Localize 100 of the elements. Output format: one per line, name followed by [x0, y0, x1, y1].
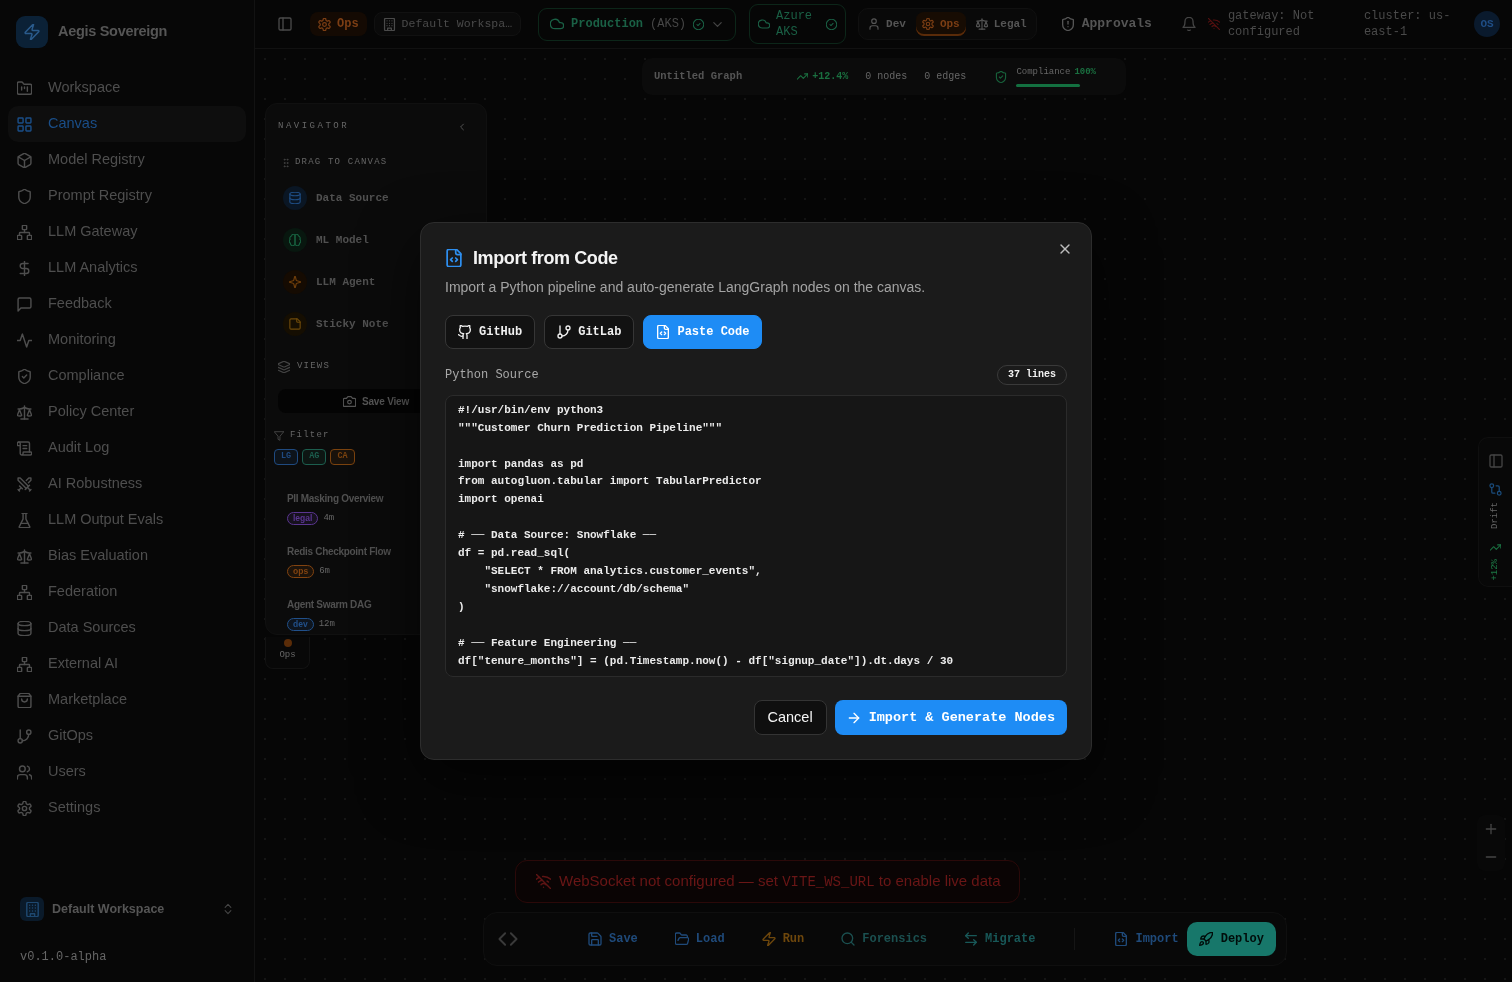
- wifi-off-icon: [1207, 18, 1220, 30]
- view-tag: ops: [287, 564, 315, 578]
- folder-icon: [17, 80, 32, 96]
- compare-icon[interactable]: [1489, 483, 1502, 496]
- panel-icon[interactable]: [278, 17, 292, 31]
- nav-item[interactable]: Marketplace: [8, 682, 246, 718]
- nav-item[interactable]: Settings: [8, 790, 246, 826]
- compliance-label: Compliance: [1016, 66, 1071, 80]
- source-tab[interactable]: GitHub: [445, 314, 536, 349]
- nav-item[interactable]: LLM Gateway: [8, 214, 246, 250]
- environment-select[interactable]: Production (AKS): [538, 7, 737, 41]
- workspace-chip[interactable]: Default Workspa…: [373, 12, 522, 36]
- palette-item[interactable]: LLM Agent: [278, 261, 386, 303]
- nav-item[interactable]: GitOps: [8, 718, 246, 754]
- persona-tab[interactable]: Dev: [862, 12, 912, 36]
- nav-item[interactable]: Model Registry: [8, 142, 246, 178]
- source-tab[interactable]: GitLab: [544, 314, 635, 349]
- brain-icon: [283, 228, 307, 252]
- dialog-subtitle: Import a Python pipeline and auto-generate LangGraph nodes on the canvas.: [445, 277, 927, 297]
- user-icon: [868, 18, 881, 30]
- cloud-icon: [758, 18, 771, 30]
- filter-tag[interactable]: LG: [274, 448, 299, 465]
- folder-icon: [674, 932, 689, 946]
- view-name[interactable]: Redis Checkpoint Flow: [287, 544, 391, 559]
- approvals-button[interactable]: Approvals: [1060, 14, 1152, 34]
- source-tab[interactable]: Paste Code: [643, 314, 763, 349]
- version-label: v0.1.0-alpha: [20, 949, 108, 966]
- nav-item[interactable]: Audit Log: [8, 430, 246, 466]
- chevron-left-icon[interactable]: [457, 121, 467, 132]
- trend-up-icon: [797, 71, 809, 82]
- nav-item[interactable]: Canvas: [8, 106, 246, 142]
- cube-icon: [17, 152, 32, 168]
- branch-icon: [557, 324, 572, 339]
- zoom-in-icon[interactable]: [1484, 822, 1498, 836]
- toolbar-button[interactable]: Load: [666, 923, 733, 955]
- nav-item[interactable]: Monitoring: [8, 322, 246, 358]
- deploy-button[interactable]: Deploy: [1186, 922, 1276, 956]
- view-age: 12m: [318, 617, 335, 631]
- scale-icon: [17, 404, 32, 420]
- drift-label: Drift: [1490, 502, 1501, 529]
- code-field[interactable]: #!/usr/bin/env python3 """Customer Churn Prediction Pipeline""" import pandas as pd from autogluon.tabular import TabularPredictor import openai # ── Data Source: Snowflake ── df = pd.read_sql( "SELECT * FROM analytics.customer_events", "snowflake://account/db/schema" ) # ── Feature Engineering ── df["tenure_months"] = (pd.Timestamp.now() - df["signup_date"]).dt.days / 30: [445, 394, 1067, 678]
- palette-item[interactable]: Data Source: [278, 177, 399, 219]
- chevron-up-down-icon[interactable]: [222, 903, 234, 915]
- view-tag: legal: [287, 511, 319, 525]
- node-count: 0 nodes: [865, 70, 908, 84]
- generate-button[interactable]: Import & Generate Nodes: [834, 700, 1067, 736]
- role-button[interactable]: Ops: [310, 12, 367, 36]
- nav-item[interactable]: Policy Center: [8, 394, 246, 430]
- compliance-value: 100%: [1074, 66, 1096, 80]
- avatar[interactable]: OS: [1474, 11, 1500, 37]
- trend-up-icon: [1490, 542, 1501, 553]
- nav-item[interactable]: LLM Analytics: [8, 250, 246, 286]
- persona-tab[interactable]: Ops: [915, 12, 966, 36]
- view-age: 4m: [323, 511, 335, 525]
- settings-icon: [17, 800, 32, 816]
- nav-item[interactable]: Bias Evaluation: [8, 538, 246, 574]
- nav-item[interactable]: Prompt Registry: [8, 178, 246, 214]
- nav-item[interactable]: External AI: [8, 646, 246, 682]
- arrow-right-icon: [846, 710, 861, 725]
- cloud-chip[interactable]: Azure AKS: [749, 4, 847, 44]
- cancel-button[interactable]: Cancel: [753, 700, 827, 736]
- view-name[interactable]: PII Masking Overview: [287, 491, 384, 506]
- file-code-icon: [1114, 932, 1129, 946]
- toolbar-button[interactable]: Migrate: [956, 923, 1044, 955]
- toolbar-button[interactable]: Forensics: [833, 923, 936, 955]
- scale-icon: [17, 548, 32, 564]
- panel-icon[interactable]: [1488, 454, 1503, 468]
- github-icon: [458, 324, 472, 339]
- filter-tag[interactable]: AG: [302, 448, 327, 465]
- scroll-icon: [17, 440, 32, 456]
- workspace-switcher[interactable]: Default Workspace: [20, 894, 234, 924]
- nav-item[interactable]: Users: [8, 754, 246, 790]
- nav-item[interactable]: Federation: [8, 574, 246, 610]
- palette-item[interactable]: ML Model: [278, 219, 379, 261]
- nav-item[interactable]: LLM Output Evals: [8, 502, 246, 538]
- toolbar-button[interactable]: Save: [580, 923, 646, 955]
- shield-check-icon: [17, 368, 32, 384]
- persona-tab[interactable]: Legal: [969, 12, 1033, 36]
- gear-icon: [921, 18, 934, 30]
- scale-icon: [975, 18, 988, 30]
- toolbar-button[interactable]: Import: [1106, 923, 1187, 955]
- node-label: Ops: [279, 649, 296, 662]
- toolbar-button[interactable]: Run: [753, 923, 813, 955]
- nav-item[interactable]: Workspace: [8, 70, 246, 106]
- nav-item[interactable]: Data Sources: [8, 610, 246, 646]
- grip-icon: [281, 158, 291, 168]
- branch-icon: [17, 728, 32, 744]
- filter-tag[interactable]: CA: [330, 448, 355, 465]
- database-icon: [17, 620, 32, 636]
- nav-item[interactable]: AI Robustness: [8, 466, 246, 502]
- file-code-icon: [656, 324, 671, 339]
- navigator-title: NAVIGATOR: [278, 119, 350, 133]
- bell-icon[interactable]: [1181, 17, 1196, 31]
- chevrons-icon[interactable]: [498, 929, 518, 949]
- view-name[interactable]: Agent Swarm DAG: [287, 597, 372, 612]
- palette-item[interactable]: Sticky Note: [278, 303, 399, 345]
- nav-item[interactable]: Compliance: [8, 358, 246, 394]
- nav-item[interactable]: Feedback: [8, 286, 246, 322]
- canvas-node[interactable]: Ops: [265, 637, 310, 669]
- file-code-icon: [445, 249, 463, 268]
